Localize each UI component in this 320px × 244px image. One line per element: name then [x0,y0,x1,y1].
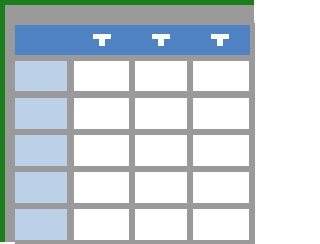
row-header-cell [15,172,67,203]
table-cell [74,172,129,203]
table-header-row [15,25,250,55]
table-cell [193,209,249,240]
table-cell [135,135,187,166]
table-cell [74,61,129,91]
row-header-cell [15,209,67,240]
table-icon-frame [0,0,255,244]
table-cell [135,61,187,91]
row-header-cell [15,135,67,166]
filter-icon [152,34,170,46]
table-cell [193,98,249,129]
filter-icon [211,34,229,46]
table-cell [74,209,129,240]
table-grid [15,23,255,244]
filter-icon [93,34,111,46]
table-cell [74,135,129,166]
table-cell [135,172,187,203]
row-header-cell [15,98,67,129]
table-cell [193,135,249,166]
row-header-cell [15,61,67,91]
table-cell [74,98,129,129]
table-cell [135,98,187,129]
table-cell [193,61,249,91]
table-cell [135,209,187,240]
table-cell [193,172,249,203]
